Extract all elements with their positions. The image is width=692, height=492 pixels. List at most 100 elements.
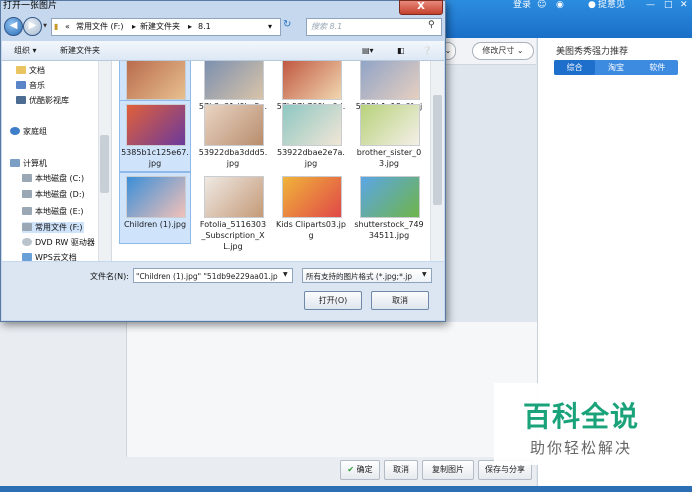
- nav-label: 本地磁盘 (E:): [35, 207, 84, 216]
- computer-icon: [10, 159, 20, 167]
- file-item[interactable]: Fotolia_5116303_Subscription_XL.jpg: [198, 173, 268, 254]
- breadcrumb-current[interactable]: 8.1: [198, 19, 211, 35]
- feedback-link[interactable]: 提意见: [598, 0, 625, 11]
- file-item[interactable]: 5385b1c125e67.jpg: [119, 100, 191, 172]
- filename-input[interactable]: "Children (1).jpg" "51db9e229aa01.jp: [133, 268, 293, 283]
- copy-image-button[interactable]: 复制图片: [422, 460, 474, 480]
- nav-item-documents[interactable]: 文档: [16, 65, 45, 76]
- resize-label: 修改尺寸: [482, 46, 515, 55]
- back-button[interactable]: ◀: [4, 17, 23, 36]
- nav-item-homegroup[interactable]: 家庭组: [10, 126, 47, 137]
- file-scrollbar[interactable]: [430, 61, 444, 261]
- file-name: brother_sister_03.jpg: [356, 148, 422, 168]
- breadcrumb-sep-icon: ▸: [188, 22, 193, 31]
- status-strip: [0, 486, 692, 492]
- breadcrumb-drive[interactable]: 常用文件 (F:): [76, 19, 123, 35]
- nav-item-youku[interactable]: 优酷影视库: [16, 95, 69, 106]
- nav-label: 本地磁盘 (D:): [35, 190, 85, 199]
- tab-software[interactable]: 软件: [637, 60, 678, 75]
- drive-icon: [22, 207, 32, 215]
- watermark-subtitle: 助你轻松解决: [529, 439, 632, 457]
- refresh-icon[interactable]: ↻: [283, 19, 291, 30]
- breadcrumb-overflow[interactable]: «: [65, 19, 70, 35]
- folder-icon: ▮: [54, 22, 59, 31]
- edit-toolbar: ⌄ 修改尺寸 ⌄: [440, 38, 536, 65]
- weibo-icon[interactable]: ◉: [556, 0, 564, 11]
- nav-item-computer[interactable]: 计算机: [10, 158, 47, 169]
- breadcrumb-sep-icon: ▸: [132, 22, 137, 31]
- feedback-icon: ●: [588, 0, 596, 10]
- search-input[interactable]: 搜索 8.1: [311, 21, 342, 32]
- user-icon[interactable]: ☺: [537, 0, 546, 11]
- dialog-cancel-button[interactable]: 取消: [371, 291, 429, 310]
- help-icon[interactable]: ❔: [422, 41, 432, 60]
- nav-item-music[interactable]: 音乐: [16, 80, 45, 91]
- nav-item-dvd[interactable]: DVD RW 驱动器: [22, 237, 95, 248]
- recent-dropdown-icon[interactable]: ▼: [41, 22, 49, 30]
- file-thumbnail: [360, 176, 420, 218]
- dvd-icon: [22, 238, 32, 246]
- tab-general[interactable]: 综合: [554, 60, 596, 75]
- address-bar[interactable]: ▮ « 常用文件 (F:) ▸ 新建文件夹 ▸ 8.1 ▾: [51, 18, 281, 36]
- command-bar: 组织 ▾ 新建文件夹 ▤▾ ◧ ❔: [2, 41, 444, 61]
- file-thumbnail: [126, 104, 186, 146]
- confirm-label: 确定: [356, 465, 373, 474]
- file-name: Children (1).jpg: [123, 220, 187, 229]
- nav-item-drive-c[interactable]: 本地磁盘 (C:): [22, 173, 84, 184]
- canvas-inner: [126, 322, 537, 457]
- filename-label: 文件名(N):: [90, 272, 129, 281]
- close-icon: X: [417, 1, 425, 12]
- close-icon[interactable]: ✕: [680, 0, 688, 11]
- drive-icon: [22, 190, 32, 198]
- organize-menu[interactable]: 组织 ▾: [14, 41, 37, 60]
- file-grid: 51db9e229aa01.jpg57b3e21d9be5a.jpg57b57b…: [112, 61, 430, 261]
- file-scroll-thumb[interactable]: [433, 95, 442, 205]
- new-folder-button[interactable]: 新建文件夹: [60, 41, 100, 60]
- nav-label: 常用文件 (F:): [35, 223, 83, 232]
- nav-scroll-thumb[interactable]: [100, 135, 109, 193]
- filetype-dropdown-icon[interactable]: ▼: [422, 271, 427, 278]
- search-box[interactable]: 搜索 8.1 ⚲: [306, 18, 442, 36]
- tab-taobao[interactable]: 淘宝: [595, 60, 636, 75]
- forward-button[interactable]: ▶: [23, 17, 42, 36]
- dialog-close-button[interactable]: X: [399, 0, 443, 15]
- nav-item-wps[interactable]: WPS云文档: [22, 252, 77, 261]
- maximize-icon[interactable]: □: [664, 0, 673, 11]
- file-thumbnail: [204, 61, 264, 100]
- search-icon[interactable]: ⚲: [428, 20, 435, 30]
- minimize-icon[interactable]: —: [646, 0, 655, 11]
- login-link[interactable]: 登录: [513, 0, 531, 11]
- nav-item-drive-d[interactable]: 本地磁盘 (D:): [22, 189, 85, 200]
- file-item[interactable]: 53922dba3ddd5.jpg: [198, 101, 268, 171]
- nav-label: 文档: [29, 66, 45, 75]
- file-name: 53922dbae2e7a.jpg: [277, 148, 345, 168]
- file-name: Kids Cliparts03.jpg: [276, 220, 346, 240]
- nav-label: DVD RW 驱动器: [35, 238, 95, 247]
- confirm-button[interactable]: ✔ 确定: [340, 460, 380, 480]
- open-button[interactable]: 打开(O): [304, 291, 362, 310]
- file-item[interactable]: shutterstock_74934511.jpg: [354, 173, 424, 243]
- filetype-select[interactable]: 所有支持的图片格式 (*.jpg;*.jp: [302, 268, 432, 283]
- file-name: 53922dba3ddd5.jpg: [198, 148, 268, 168]
- file-item[interactable]: Kids Cliparts03.jpg: [276, 173, 346, 243]
- nav-item-drive-f[interactable]: 常用文件 (F:): [22, 222, 85, 233]
- view-options-icon[interactable]: ▤▾: [362, 41, 374, 60]
- dialog-footer: 文件名(N): "Children (1).jpg" "51db9e229aa0…: [2, 262, 444, 320]
- nav-item-drive-e[interactable]: 本地磁盘 (E:): [22, 206, 84, 217]
- navigation-pane: 文档 音乐 优酷影视库 家庭组 计算机 本地磁盘 (C:) 本地磁盘 (D:) …: [2, 61, 112, 261]
- filename-dropdown-icon[interactable]: ▼: [283, 271, 288, 278]
- file-thumbnail: [204, 176, 264, 218]
- address-dropdown-icon[interactable]: ▾: [268, 19, 272, 35]
- back-arrow-icon: ◀: [9, 20, 18, 31]
- resize-button[interactable]: 修改尺寸 ⌄: [472, 42, 534, 60]
- file-item[interactable]: Children (1).jpg: [119, 172, 191, 244]
- cancel-button[interactable]: 取消: [384, 460, 418, 480]
- file-thumbnail: [360, 61, 420, 100]
- file-item[interactable]: brother_sister_03.jpg: [354, 101, 424, 171]
- file-item[interactable]: 53922dbae2e7a.jpg: [276, 101, 346, 171]
- preview-pane-icon[interactable]: ◧: [397, 41, 405, 60]
- file-thumbnail: [126, 61, 186, 100]
- recommend-title: 美图秀秀强力推荐: [556, 47, 629, 57]
- nav-scrollbar[interactable]: [98, 61, 111, 261]
- breadcrumb-folder[interactable]: 新建文件夹: [140, 19, 180, 35]
